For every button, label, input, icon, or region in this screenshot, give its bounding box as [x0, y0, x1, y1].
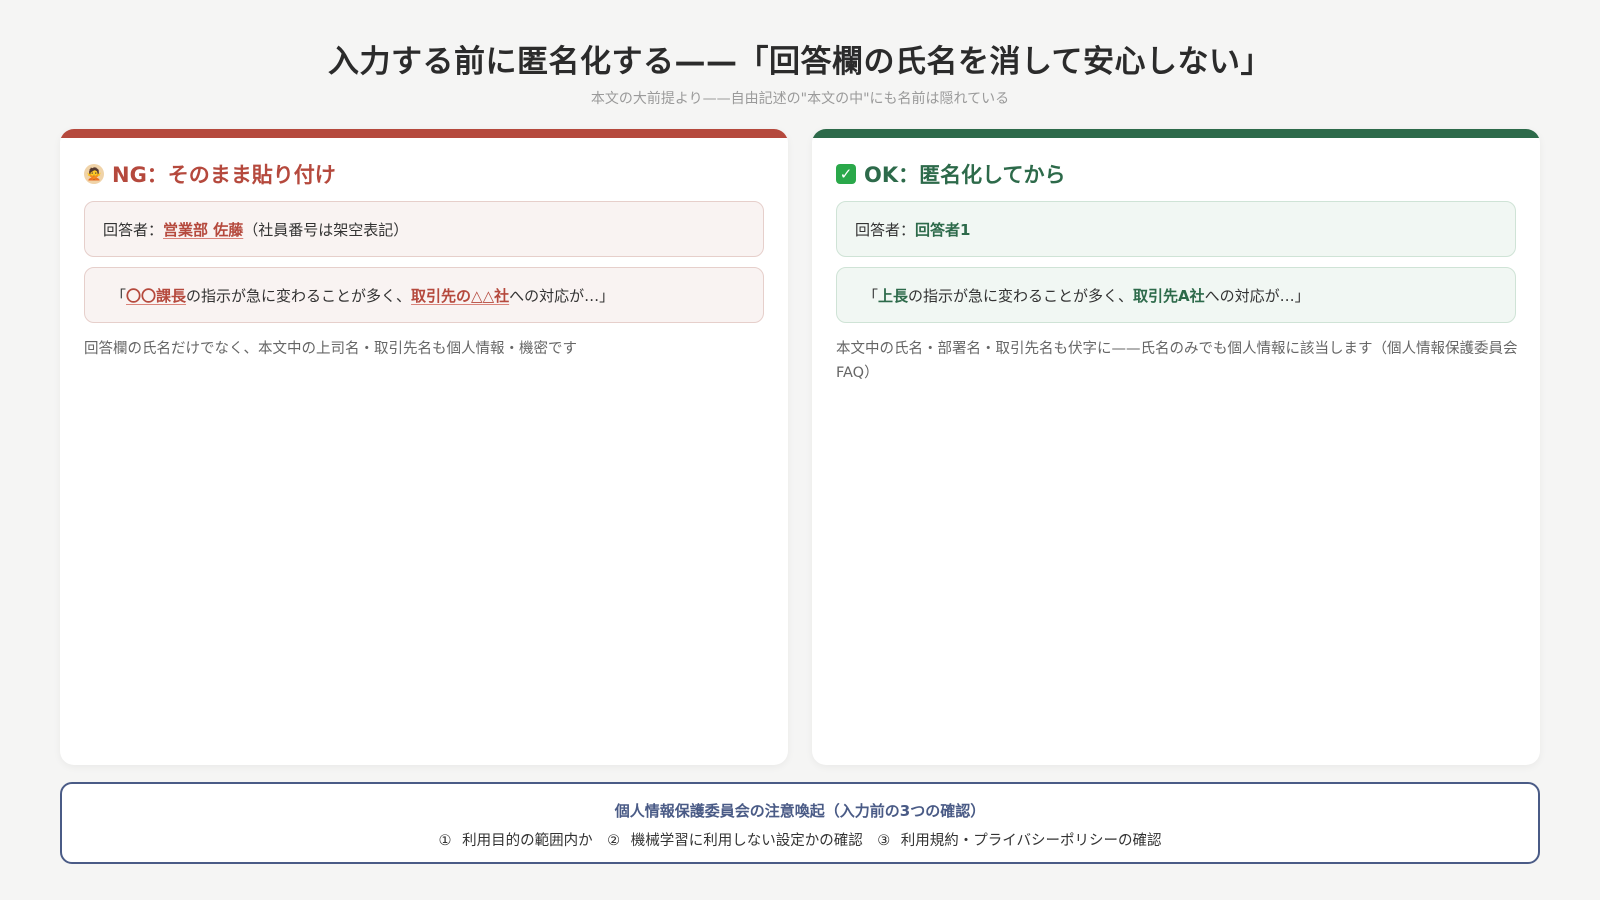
ng-respondent-row: 回答者： 営業部 佐藤 （社員番号は架空表記） [84, 201, 764, 257]
ok-heading: ✓ OK：匿名化してから [836, 159, 1066, 189]
ok-respondent-name: 回答者1 [915, 220, 971, 239]
ok-respondent-prefix: 回答者： [855, 220, 916, 239]
page-title: 入力する前に匿名化する——「回答欄の氏名を消して安心しない」 [327, 44, 1273, 80]
ng-card: 🙅 NG：そのまま貼り付け 回答者： 営業部 佐藤 （社員番号は架空表記） 「 … [60, 129, 788, 765]
ok-card: ✓ OK：匿名化してから 回答者： 回答者1 「 上長 の指示が急に変わることが… [812, 129, 1540, 765]
ng-respondent-prefix: 回答者： [103, 220, 164, 239]
person-gesturing-no-icon: 🙅 [84, 164, 104, 184]
ng-comment-boss: 〇〇課長 [126, 286, 187, 305]
ng-accent-bar [60, 129, 788, 138]
ng-heading-text: NG：そのまま貼り付け [112, 163, 336, 187]
ppc-notice-title: 個人情報保護委員会の注意喚起（入力前の3つの確認） [614, 802, 986, 820]
ng-respondent-suffix: （社員番号は架空表記） [243, 220, 409, 239]
ok-heading-text: OK：匿名化してから [864, 163, 1066, 187]
ng-heading: 🙅 NG：そのまま貼り付け [84, 159, 336, 189]
ng-comment-mid: の指示が急に変わることが多く、 [186, 286, 412, 305]
ok-comment-mid: の指示が急に変わることが多く、 [908, 286, 1134, 305]
ok-comment-row: 「 上長 の指示が急に変わることが多く、 取引先A社 への対応が…」 [836, 267, 1516, 323]
ok-comment-end: への対応が…」 [1204, 286, 1310, 305]
ng-comment-open: 「 [111, 286, 127, 305]
ng-comment-row: 「 〇〇課長 の指示が急に変わることが多く、 取引先の△△社 への対応が…」 [84, 267, 764, 323]
ok-accent-bar [812, 129, 1540, 138]
page-subtitle: 本文の大前提より——自由記述の"本文の中"にも名前は隠れている [590, 91, 1010, 107]
ok-respondent-row: 回答者： 回答者1 [836, 201, 1516, 257]
ok-comment-client: 取引先A社 [1133, 286, 1205, 305]
ng-comment-end: への対応が…」 [509, 286, 615, 305]
check-mark-icon: ✓ [836, 164, 856, 184]
ppc-notice-box: 個人情報保護委員会の注意喚起（入力前の3つの確認） ① 利用目的の範囲内か ② … [60, 782, 1540, 864]
ng-respondent-name: 営業部 佐藤 [163, 220, 244, 239]
ok-note: 本文中の氏名・部署名・取引先名も伏字に——氏名のみでも個人情報に該当します（個人… [836, 341, 1518, 381]
ng-comment-client: 取引先の△△社 [411, 286, 510, 305]
ppc-notice-items: ① 利用目的の範囲内か ② 機械学習に利用しない設定かの確認 ③ 利用規約・プラ… [438, 833, 1162, 849]
ok-comment-boss: 上長 [878, 286, 909, 305]
ng-note: 回答欄の氏名だけでなく、本文中の上司名・取引先名も個人情報・機密です [84, 341, 577, 357]
ok-comment-open: 「 [863, 286, 879, 305]
